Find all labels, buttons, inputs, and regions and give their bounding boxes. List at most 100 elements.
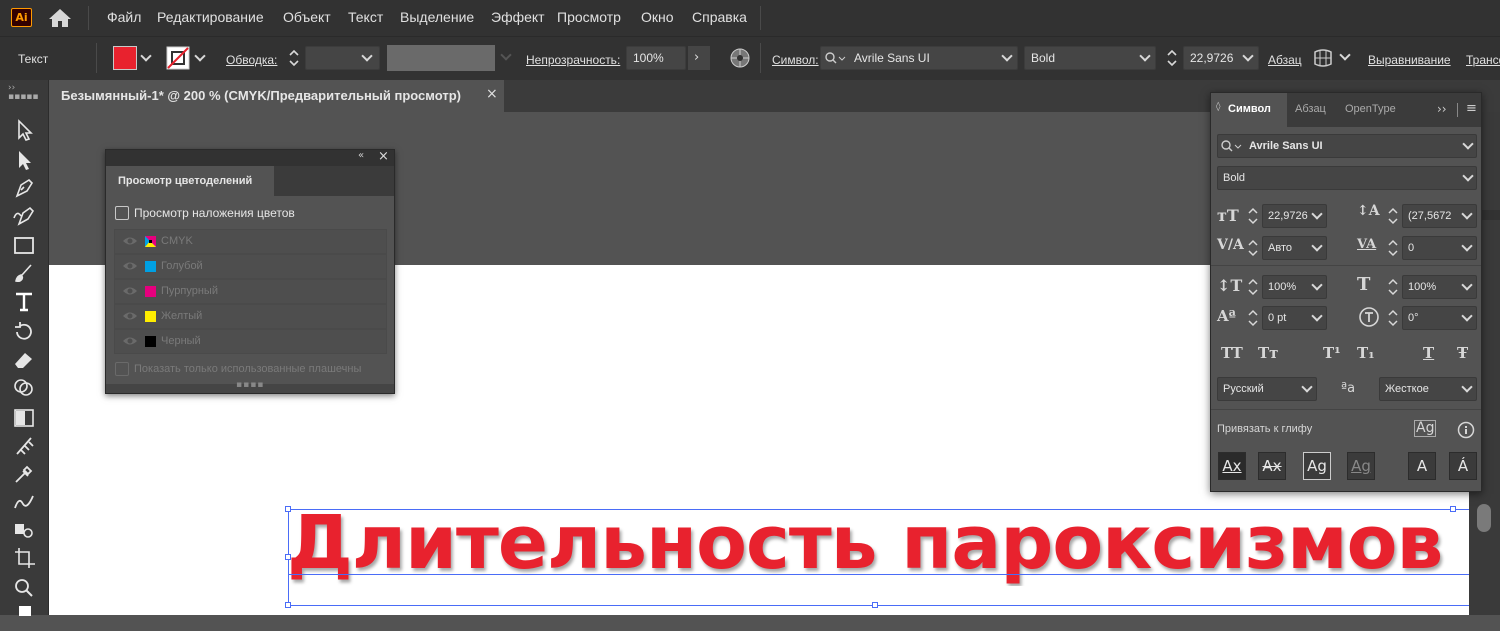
rotate-tool-icon[interactable]	[11, 320, 37, 344]
opacity-input[interactable]: 100%	[626, 46, 686, 70]
snap-proximity-button[interactable]: Ag	[1347, 452, 1375, 480]
eye-icon[interactable]	[122, 260, 138, 272]
used-only-checkbox[interactable]	[115, 362, 129, 376]
separation-row[interactable]: Голубой	[114, 254, 387, 279]
separation-row[interactable]: CMYK	[114, 229, 387, 254]
brush-preview[interactable]	[387, 45, 495, 71]
language-dropdown[interactable]: Русский	[1217, 377, 1317, 401]
character-rotation-dropdown[interactable]: 0°	[1402, 306, 1477, 330]
stroke-none-swatch[interactable]	[166, 46, 190, 70]
separation-row[interactable]: Желтый	[114, 304, 387, 329]
font-family-dropdown[interactable]: Avrile Sans UI	[1217, 134, 1477, 158]
tab-separations-preview[interactable]: Просмотр цветоделений	[106, 166, 274, 196]
subscript-button[interactable]: T₁	[1357, 344, 1375, 362]
stroke-stepper-icon[interactable]	[289, 48, 299, 68]
collapse-icon[interactable]: «	[358, 150, 364, 161]
menu-text[interactable]: Текст	[348, 9, 383, 25]
rectangle-tool-icon[interactable]	[11, 234, 37, 258]
panel-menu-icon[interactable]: ≡	[1466, 101, 1477, 116]
symbol-label[interactable]: Символ:	[772, 53, 819, 67]
type-tool-icon[interactable]	[11, 290, 37, 314]
snap-baseline-button[interactable]: Ax	[1218, 452, 1246, 480]
tab-character[interactable]: ◊ Символ	[1211, 93, 1287, 127]
blend-tool-icon[interactable]	[11, 490, 37, 514]
curvature-tool-icon[interactable]	[11, 204, 37, 228]
vertical-scale-input[interactable]: 100%	[1262, 275, 1327, 299]
chevron-down-icon[interactable]	[140, 50, 152, 62]
scrollbar-thumb[interactable]	[1477, 504, 1491, 532]
direct-selection-tool-icon[interactable]	[11, 148, 37, 172]
stepper-icon[interactable]	[1248, 206, 1258, 226]
menu-window[interactable]: Окно	[641, 9, 674, 25]
opacity-arrow-button[interactable]: ›	[688, 46, 710, 70]
toolbar-grip[interactable]: ›› ▪▪▪▪▪	[8, 84, 39, 102]
stepper-icon[interactable]	[1388, 277, 1398, 297]
snap-glyph-bounds-button[interactable]: Ag	[1303, 452, 1331, 480]
leading-input[interactable]: (27,5672	[1402, 204, 1477, 228]
panel-resize-grip[interactable]: ▪▪▪▪	[106, 380, 394, 393]
antialias-dropdown[interactable]: Жесткое	[1379, 377, 1477, 401]
tracking-dropdown[interactable]: 0	[1402, 236, 1477, 260]
chevron-down-icon[interactable]	[1339, 49, 1351, 61]
resize-handle[interactable]	[872, 602, 878, 608]
paragraph-link[interactable]: Абзац	[1268, 53, 1302, 67]
info-icon[interactable]	[1457, 421, 1475, 439]
envelope-distort-icon[interactable]	[1312, 47, 1334, 69]
resize-handle[interactable]	[285, 506, 291, 512]
align-link[interactable]: Выравнивание	[1368, 53, 1451, 67]
stepper-icon[interactable]	[1248, 238, 1258, 258]
glyph-guides-icon[interactable]: Ag	[1414, 420, 1437, 437]
tab-paragraph[interactable]: Абзац	[1295, 103, 1326, 115]
overprint-checkbox[interactable]	[115, 206, 129, 220]
stepper-icon[interactable]	[1388, 238, 1398, 258]
eraser-tool-icon[interactable]	[11, 348, 37, 372]
fill-stroke-icon[interactable]	[11, 604, 37, 628]
paintbrush-tool-icon[interactable]	[11, 262, 37, 286]
stepper-icon[interactable]	[1248, 308, 1258, 328]
menu-view[interactable]: Просмотр	[557, 9, 621, 25]
font-family-dropdown[interactable]: Avrile Sans UI	[820, 46, 1018, 70]
zoom-tool-icon[interactable]	[11, 576, 37, 600]
eyedropper-tool-icon[interactable]	[11, 462, 37, 486]
fill-swatch[interactable]	[113, 46, 137, 70]
snap-xheight-button[interactable]: Ax	[1258, 452, 1286, 480]
symbol-sprayer-tool-icon[interactable]	[11, 518, 37, 542]
superscript-button[interactable]: T¹	[1323, 344, 1341, 362]
selection-tool-icon[interactable]	[11, 118, 37, 142]
stepper-icon[interactable]	[1388, 308, 1398, 328]
document-tab[interactable]: Безымянный-1* @ 200 % (CMYK/Предваритель…	[49, 80, 504, 112]
opacity-label[interactable]: Непрозрачность:	[526, 53, 620, 67]
artboard-tool-icon[interactable]	[11, 546, 37, 570]
stroke-weight-dropdown[interactable]	[305, 46, 380, 70]
resize-handle[interactable]	[1450, 506, 1456, 512]
chevron-down-icon[interactable]	[194, 50, 206, 62]
menu-effect[interactable]: Эффект	[491, 9, 545, 25]
snap-angular-button[interactable]: A	[1408, 452, 1436, 480]
horizontal-scale-input[interactable]: 100%	[1402, 275, 1477, 299]
text-bounding-box[interactable]	[288, 509, 1479, 606]
menu-edit[interactable]: Редактирование	[157, 9, 264, 25]
small-caps-button[interactable]: Tт	[1258, 344, 1278, 362]
font-size-input[interactable]: 22,9726	[1183, 46, 1259, 70]
baseline-shift-input[interactable]: 0 pt	[1262, 306, 1327, 330]
stepper-icon[interactable]	[1248, 277, 1258, 297]
close-icon[interactable]: ×	[486, 86, 498, 102]
recolor-icon[interactable]	[729, 47, 751, 69]
transform-link[interactable]: Трансф	[1466, 53, 1500, 67]
menu-file[interactable]: Файл	[107, 9, 141, 25]
snap-anchor-button[interactable]: Á	[1449, 452, 1477, 480]
menu-object[interactable]: Объект	[283, 9, 331, 25]
close-icon[interactable]: ×	[378, 149, 389, 164]
eye-icon[interactable]	[122, 285, 138, 297]
stroke-label[interactable]: Обводка:	[226, 53, 277, 67]
strikethrough-button[interactable]: Ŧ	[1457, 344, 1468, 362]
shape-builder-tool-icon[interactable]	[11, 376, 37, 400]
expand-icon[interactable]: ››	[1437, 102, 1447, 116]
all-caps-button[interactable]: TT	[1221, 344, 1243, 362]
separation-row[interactable]: Черный	[114, 329, 387, 354]
eye-icon[interactable]	[122, 310, 138, 322]
separation-row[interactable]: Пурпурный	[114, 279, 387, 304]
stepper-icon[interactable]	[1388, 206, 1398, 226]
pen-tool-icon[interactable]	[11, 176, 37, 200]
font-size-stepper-icon[interactable]	[1167, 48, 1177, 68]
